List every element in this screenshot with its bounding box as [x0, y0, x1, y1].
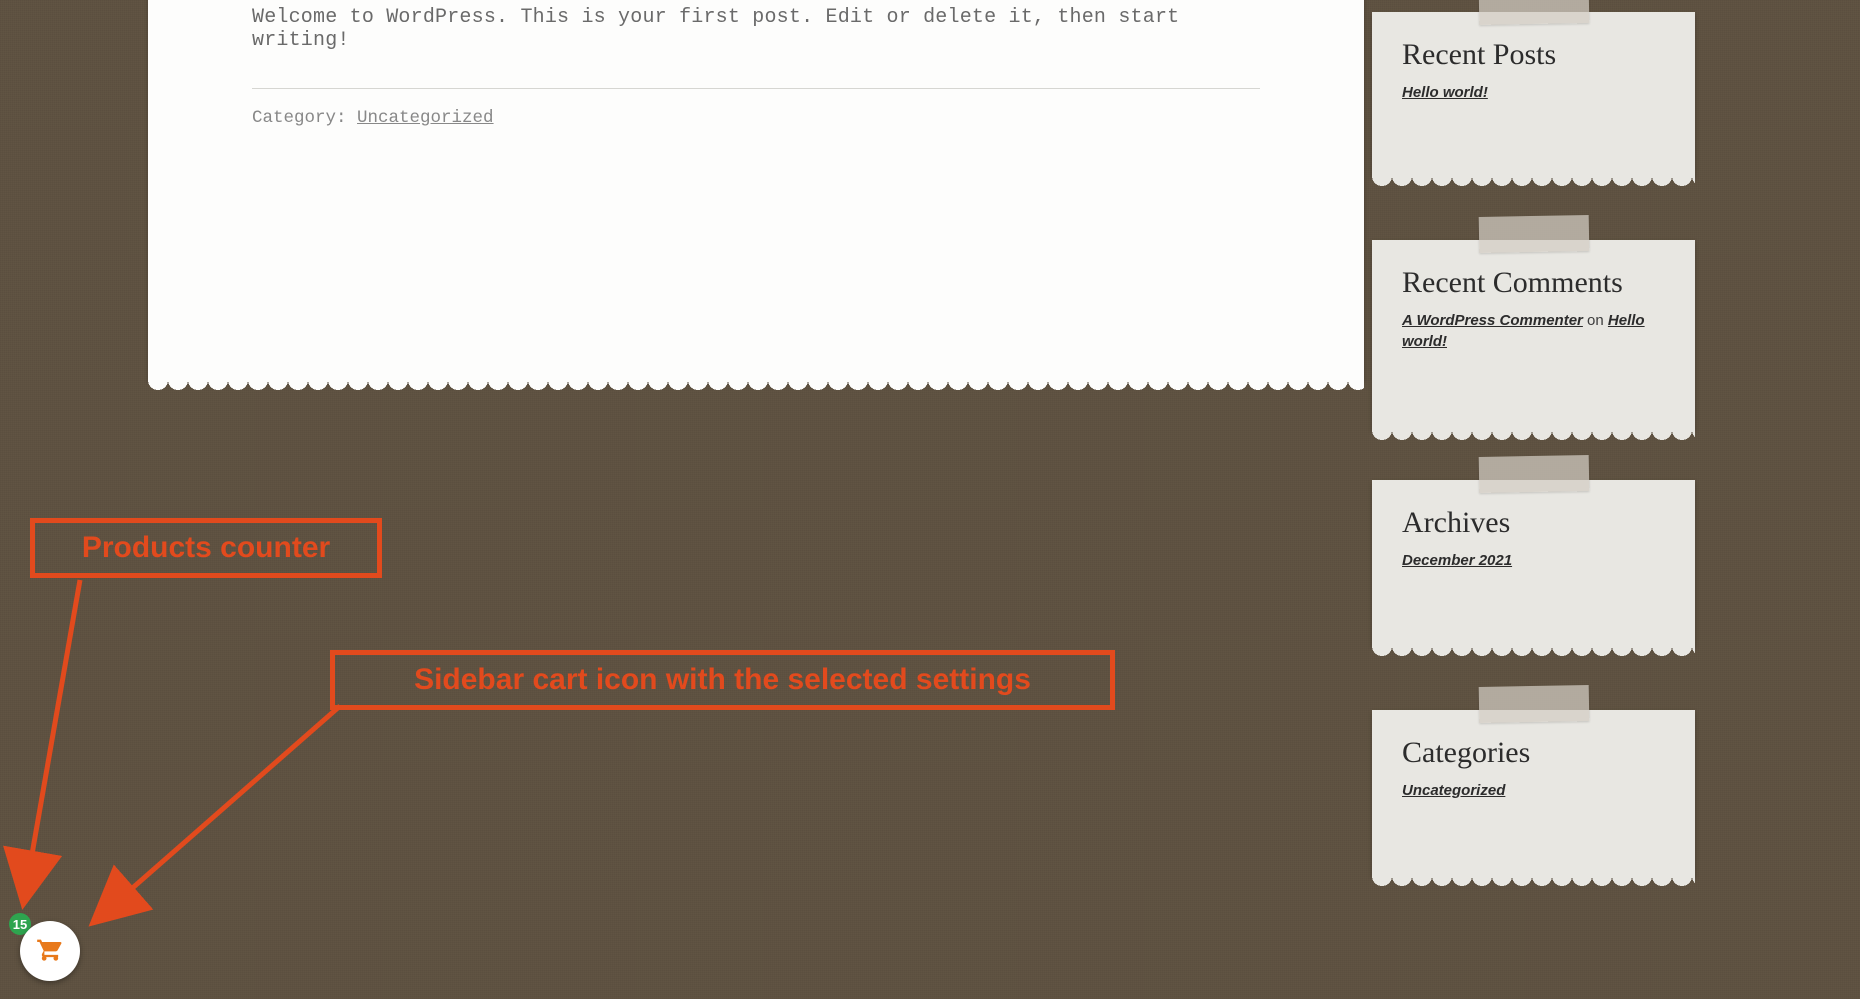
category-link[interactable]: Uncategorized: [357, 108, 494, 128]
tape-decoration: [1478, 455, 1589, 493]
post-divider: [252, 88, 1260, 89]
post-category-meta: Category: Uncategorized: [252, 108, 494, 128]
tape-decoration: [1478, 215, 1589, 253]
widget-categories: Categories Uncategorized: [1372, 710, 1695, 876]
recent-post-link[interactable]: Hello world!: [1402, 84, 1488, 101]
archive-link[interactable]: December 2021: [1402, 552, 1512, 569]
tape-decoration: [1478, 685, 1589, 723]
comment-on-text: on: [1583, 312, 1608, 329]
annotation-products-counter: Products counter: [30, 518, 382, 578]
category-widget-link[interactable]: Uncategorized: [1402, 782, 1505, 799]
tape-decoration: [1478, 0, 1589, 25]
post-card: Welcome to WordPress. This is your first…: [148, 0, 1364, 380]
recent-comment-author-link[interactable]: A WordPress Commenter: [1402, 312, 1583, 329]
post-body-text: Welcome to WordPress. This is your first…: [252, 6, 1260, 52]
widget-recent-comments: Recent Comments A WordPress Commenter on…: [1372, 240, 1695, 430]
cart-icon: [36, 935, 64, 968]
annotation-cart-icon: Sidebar cart icon with the selected sett…: [330, 650, 1115, 710]
sidebar-cart-button[interactable]: [20, 921, 80, 981]
widget-recent-posts: Recent Posts Hello world!: [1372, 12, 1695, 176]
category-label: Category:: [252, 108, 357, 128]
widget-archives: Archives December 2021: [1372, 480, 1695, 646]
